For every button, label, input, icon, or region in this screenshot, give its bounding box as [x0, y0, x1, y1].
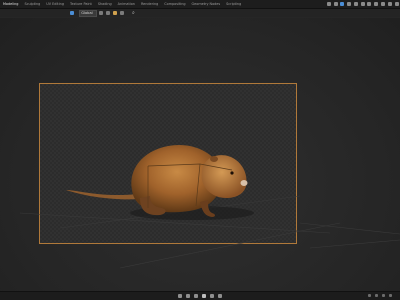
tab-animation[interactable]: Animation	[115, 0, 138, 8]
scene-icon[interactable]	[381, 2, 386, 6]
jump-start-icon[interactable]	[178, 294, 182, 298]
tab-uv-editing[interactable]: UV Editing	[43, 0, 67, 8]
play-icon[interactable]	[202, 294, 206, 298]
wireframe-shading-icon[interactable]	[353, 2, 358, 6]
3d-viewport[interactable]	[0, 18, 400, 292]
transform-orientation-select[interactable]: Global	[79, 9, 98, 17]
overlay-icon[interactable]	[340, 2, 345, 6]
tab-scripting[interactable]: Scripting	[223, 0, 244, 8]
status-icon-4	[389, 294, 392, 297]
prev-keyframe-icon[interactable]	[186, 294, 190, 298]
gizmo-icon[interactable]	[333, 2, 338, 6]
next-keyframe-icon[interactable]	[210, 294, 214, 298]
proportional-edit-icon[interactable]	[120, 11, 125, 15]
header-controls	[325, 0, 400, 8]
snap-icon[interactable]	[105, 11, 110, 15]
viewport-scene	[19, 144, 400, 269]
tab-shading[interactable]: Shading	[95, 0, 115, 8]
rodent-tail	[66, 190, 140, 200]
view-object-types-icon[interactable]	[326, 2, 331, 6]
xray-icon[interactable]	[347, 2, 352, 6]
tab-sculpting[interactable]: Sculpting	[21, 0, 43, 8]
pivot-point-icon[interactable]	[98, 11, 103, 15]
material-shading-icon[interactable]	[367, 2, 372, 6]
rodent-eye	[230, 171, 234, 175]
tab-rendering[interactable]: Rendering	[138, 0, 161, 8]
rodent-model[interactable]	[66, 144, 248, 217]
search-icon[interactable]: ⌕	[132, 9, 135, 17]
rodent-snout	[240, 180, 248, 186]
transform-orientation-icon[interactable]	[69, 11, 74, 15]
tab-compositing[interactable]: Compositing	[161, 0, 188, 8]
status-icon-3	[382, 294, 385, 297]
solid-shading-icon[interactable]	[360, 2, 365, 6]
status-icon-2	[375, 294, 378, 297]
playback-bar	[0, 291, 400, 300]
workspace-bar: Modeling Sculpting UV Editing Texture Pa…	[0, 0, 400, 9]
tab-modeling[interactable]: Modeling	[0, 0, 21, 8]
filter-icon[interactable]	[394, 2, 399, 6]
view-layer-icon[interactable]	[387, 2, 392, 6]
tab-geometry-nodes[interactable]: Geometry Nodes	[189, 0, 224, 8]
rodent-ear	[210, 156, 218, 162]
status-icon-1	[368, 294, 371, 297]
snap-target-icon[interactable]	[113, 11, 118, 15]
jump-end-icon[interactable]	[218, 294, 222, 298]
tool-settings-bar: Global ⌕	[0, 9, 400, 17]
status-icons	[366, 294, 394, 297]
rendered-shading-icon[interactable]	[374, 2, 379, 6]
play-reverse-icon[interactable]	[194, 294, 198, 298]
tab-texture-paint[interactable]: Texture Paint	[67, 0, 95, 8]
